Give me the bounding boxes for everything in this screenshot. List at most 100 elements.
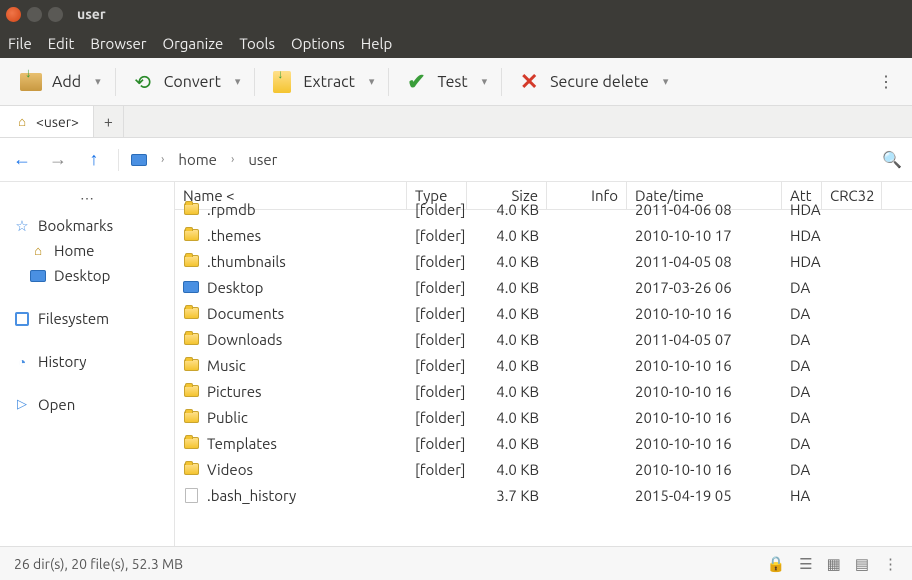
file-attr: DA xyxy=(782,279,822,296)
table-row[interactable]: Pictures[folder]4.0 KB2010-10-10 16DA xyxy=(175,378,912,404)
file-type: [folder] xyxy=(407,305,467,322)
view-list-icon[interactable]: ☰ xyxy=(799,555,812,573)
folder-icon xyxy=(183,383,199,399)
file-name: Documents xyxy=(207,305,284,322)
test-label: Test xyxy=(437,73,467,91)
chevron-down-icon[interactable]: ▾ xyxy=(482,75,488,88)
table-row[interactable]: .thumbnails[folder]4.0 KB2011-04-05 08HD… xyxy=(175,248,912,274)
menu-organize[interactable]: Organize xyxy=(162,35,223,52)
search-icon[interactable]: 🔍 xyxy=(882,150,902,169)
menu-browser[interactable]: Browser xyxy=(90,35,146,52)
separator xyxy=(254,68,255,96)
file-icon xyxy=(183,487,199,503)
file-type: [folder] xyxy=(407,227,467,244)
monitor-icon[interactable] xyxy=(131,152,147,168)
table-row[interactable]: .themes[folder]4.0 KB2010-10-10 17HDA xyxy=(175,222,912,248)
breadcrumb-user[interactable]: user xyxy=(248,151,277,168)
file-type: [folder] xyxy=(407,279,467,296)
file-attr: DA xyxy=(782,383,822,400)
table-row[interactable]: Documents[folder]4.0 KB2010-10-10 16DA xyxy=(175,300,912,326)
chevron-down-icon[interactable]: ▾ xyxy=(663,75,669,88)
check-icon: ✔ xyxy=(403,70,429,94)
menu-help[interactable]: Help xyxy=(361,35,392,52)
sidebar-label: Home xyxy=(54,242,94,259)
nav-back[interactable]: ← xyxy=(10,149,34,170)
folder-icon xyxy=(183,461,199,477)
chevron-down-icon[interactable]: ▾ xyxy=(235,75,241,88)
sidebar-history[interactable]: ◔ History xyxy=(0,349,174,374)
table-row[interactable]: .rpmdb[folder]4.0 KB2011-04-06 08HDA xyxy=(175,196,912,222)
sidebar-bookmarks[interactable]: ☆ Bookmarks xyxy=(0,213,174,238)
sidebar-desktop[interactable]: Desktop xyxy=(0,263,174,288)
table-row[interactable]: .bash_history3.7 KB2015-04-19 05HA xyxy=(175,482,912,508)
file-attr: HDA xyxy=(782,201,822,218)
separator xyxy=(115,68,116,96)
nav-forward[interactable]: → xyxy=(46,149,70,170)
window-title: user xyxy=(77,6,106,22)
tab-add-button[interactable]: + xyxy=(94,106,124,137)
chevron-down-icon[interactable]: ▾ xyxy=(369,75,375,88)
file-date: 2017-03-26 06 xyxy=(627,279,782,296)
window-titlebar: user xyxy=(0,0,912,28)
sidebar-label: Bookmarks xyxy=(38,217,113,234)
tab-label: <user> xyxy=(36,114,79,130)
sidebar-home[interactable]: ⌂ Home xyxy=(0,238,174,263)
file-name: .thumbnails xyxy=(207,253,286,270)
file-size: 4.0 KB xyxy=(467,227,547,244)
test-button[interactable]: ✔ Test ▾ xyxy=(393,64,497,100)
folder-icon xyxy=(183,331,199,347)
window-maximize[interactable] xyxy=(48,7,63,22)
table-row[interactable]: Downloads[folder]4.0 KB2011-04-05 07DA xyxy=(175,326,912,352)
file-date: 2010-10-10 16 xyxy=(627,305,782,322)
extract-icon xyxy=(269,70,295,94)
status-bar: 26 dir(s), 20 file(s), 52.3 MB 🔒 ☰ ▦ ▤ ⋮ xyxy=(0,546,912,580)
table-row[interactable]: Desktop[folder]4.0 KB2017-03-26 06DA xyxy=(175,274,912,300)
breadcrumb-home[interactable]: home xyxy=(178,151,217,168)
menu-edit[interactable]: Edit xyxy=(48,35,75,52)
sidebar-open[interactable]: ▷ Open xyxy=(0,392,174,417)
star-icon: ☆ xyxy=(14,218,30,234)
chevron-down-icon[interactable]: ▾ xyxy=(95,75,101,88)
table-body: .rpmdb[folder]4.0 KB2011-04-06 08HDA .the… xyxy=(175,196,912,546)
file-name: Public xyxy=(207,409,248,426)
tab-user[interactable]: ⌂ <user> xyxy=(0,106,94,137)
add-icon xyxy=(18,70,44,94)
table-row[interactable]: Templates[folder]4.0 KB2010-10-10 16DA xyxy=(175,430,912,456)
secure-delete-label: Secure delete xyxy=(550,73,649,91)
file-size: 4.0 KB xyxy=(467,253,547,270)
menu-tools[interactable]: Tools xyxy=(239,35,275,52)
file-name: .themes xyxy=(207,227,261,244)
file-attr: HA xyxy=(782,487,822,504)
window-minimize[interactable] xyxy=(27,7,42,22)
file-name: Music xyxy=(207,357,246,374)
chevron-right-icon: › xyxy=(231,153,234,166)
table-row[interactable]: Music[folder]4.0 KB2010-10-10 16DA xyxy=(175,352,912,378)
file-type: [folder] xyxy=(407,435,467,452)
status-overflow[interactable]: ⋮ xyxy=(883,555,898,573)
play-icon: ▷ xyxy=(14,397,30,413)
file-size: 4.0 KB xyxy=(467,279,547,296)
file-date: 2010-10-10 16 xyxy=(627,357,782,374)
table-row[interactable]: Videos[folder]4.0 KB2010-10-10 16DA xyxy=(175,456,912,482)
convert-button[interactable]: ⟲ Convert ▾ xyxy=(120,64,251,100)
nav-up[interactable]: ↑ xyxy=(82,149,106,170)
desktop-icon xyxy=(30,268,46,284)
home-icon: ⌂ xyxy=(14,114,30,130)
add-button[interactable]: Add ▾ xyxy=(8,64,111,100)
menu-file[interactable]: File xyxy=(8,35,32,52)
view-details-icon[interactable]: ▤ xyxy=(855,555,869,573)
file-name: .rpmdb xyxy=(207,201,256,218)
toolbar-overflow[interactable]: ⋮ xyxy=(868,72,904,91)
sidebar-more[interactable]: ⋯ xyxy=(0,188,174,213)
sidebar-filesystem[interactable]: Filesystem xyxy=(0,306,174,331)
table-row[interactable]: Public[folder]4.0 KB2010-10-10 16DA xyxy=(175,404,912,430)
file-type: [folder] xyxy=(407,253,467,270)
file-date: 2010-10-10 16 xyxy=(627,461,782,478)
menu-options[interactable]: Options xyxy=(291,35,345,52)
window-close[interactable] xyxy=(6,7,21,22)
separator xyxy=(388,68,389,96)
secure-delete-button[interactable]: ✕ Secure delete ▾ xyxy=(506,64,678,100)
view-icons-icon[interactable]: ▦ xyxy=(827,555,841,573)
lock-icon[interactable]: 🔒 xyxy=(766,555,785,573)
extract-button[interactable]: Extract ▾ xyxy=(259,64,384,100)
